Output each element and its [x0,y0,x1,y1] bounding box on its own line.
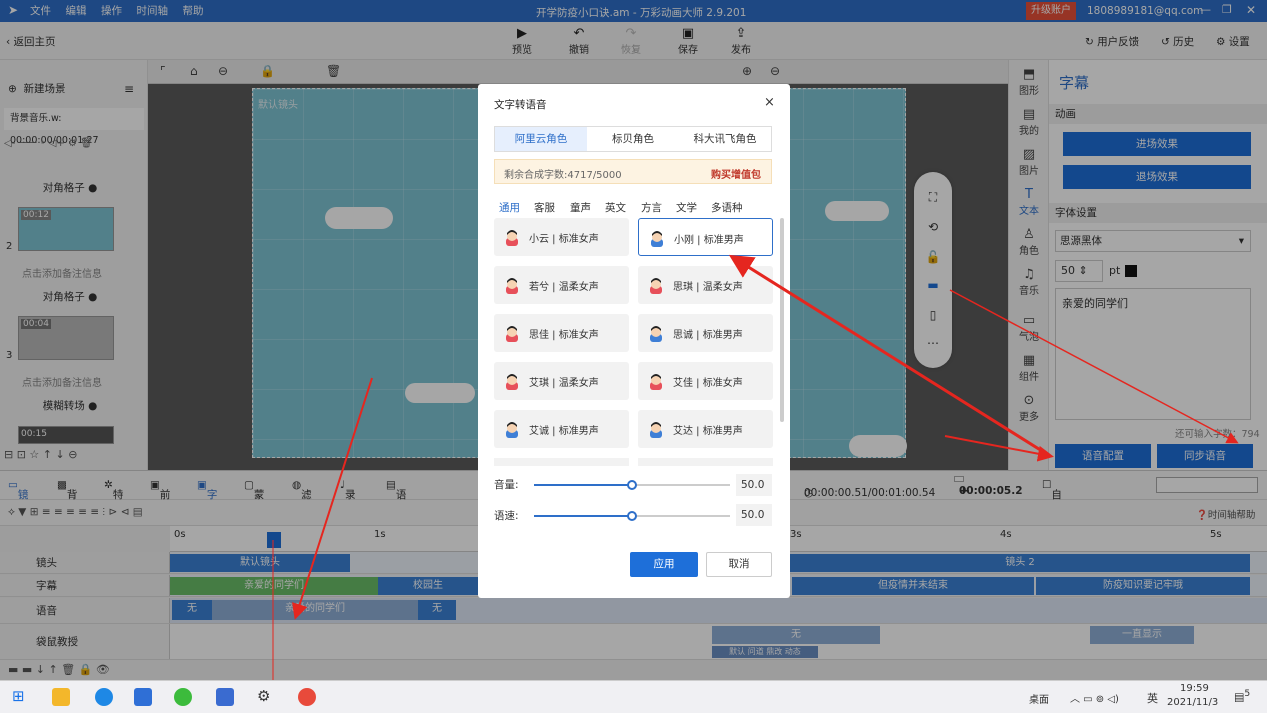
notification-icon[interactable]: ▤5 [1234,688,1250,704]
wechat-icon[interactable] [174,688,192,706]
clock-time[interactable]: 19:59 [1180,683,1209,694]
annotation-arrows [272,254,1239,680]
notification-count: 5 [1244,688,1251,699]
arrow-to-voice-clip [292,377,373,620]
windows-start-icon[interactable]: ⊞ [12,687,25,705]
active-app-icon[interactable] [298,688,316,706]
animiz-app-icon[interactable] [216,688,234,706]
edge-browser-icon[interactable] [95,688,113,706]
file-explorer-icon[interactable] [52,688,70,706]
arrow-to-voice [728,254,1051,458]
input-language[interactable]: 英 [1147,690,1158,706]
system-tray-icons[interactable]: ︿ ▭ ⊚ ◁) [1070,690,1119,705]
word-icon[interactable] [134,688,152,706]
clock-date[interactable]: 2021/11/3 [1167,697,1218,708]
settings-app-icon[interactable]: ⚙ [257,687,270,705]
taskbar: ⊞ ⚙ 桌面 ︿ ▭ ⊚ ◁) 英 19:59 2021/11/3 ▤5 [0,680,1267,713]
desktop-label[interactable]: 桌面 [1029,691,1049,706]
